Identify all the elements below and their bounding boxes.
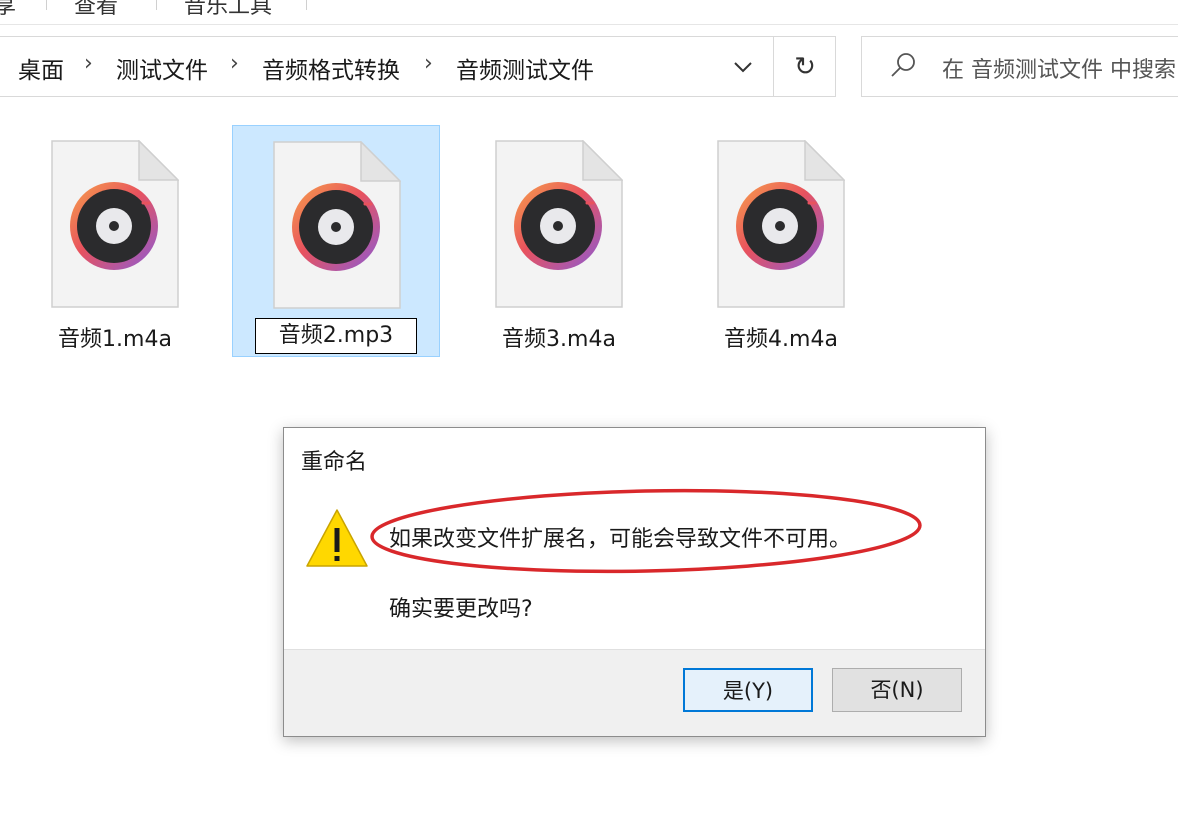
file-item-selected[interactable]: 音频2.mp3 (232, 125, 440, 357)
address-divider (773, 37, 774, 96)
ribbon-tabs: 享 查看 音乐工具 (0, 0, 1178, 25)
address-bar[interactable]: 桌面 › 测试文件 › 音频格式转换 › 音频测试文件 ↻ (0, 36, 836, 97)
ribbon-divider (156, 0, 157, 10)
dialog-question: 确实要更改吗? (389, 597, 533, 622)
search-placeholder: 在 音频测试文件 中搜索 (942, 58, 1176, 83)
audio-file-icon (717, 140, 845, 308)
ribbon-divider (46, 0, 47, 10)
breadcrumb-chevron-icon[interactable]: › (84, 51, 93, 76)
no-button[interactable]: 否(N) (832, 668, 962, 712)
breadcrumb-test-files[interactable]: 测试文件 (116, 51, 208, 85)
warning-icon (306, 509, 368, 567)
refresh-icon: ↻ (794, 52, 816, 82)
chevron-down-icon (734, 62, 752, 73)
ribbon-tab-view[interactable]: 查看 (74, 0, 118, 19)
audio-file-icon (495, 140, 623, 308)
ribbon-tab-share[interactable]: 享 (0, 0, 16, 19)
dialog-button-bar: 是(Y) 否(N) (284, 649, 985, 736)
refresh-button[interactable]: ↻ (783, 49, 827, 85)
rename-input[interactable]: 音频2.mp3 (255, 318, 417, 354)
yes-button[interactable]: 是(Y) (683, 668, 813, 712)
breadcrumb-audio-conversion[interactable]: 音频格式转换 (262, 51, 400, 85)
file-name: 音频3.m4a (502, 327, 616, 352)
ribbon-divider (306, 0, 307, 10)
annotation-ellipse (370, 488, 922, 574)
breadcrumb-chevron-icon[interactable]: › (230, 51, 239, 76)
rename-dialog: 重命名 如果改变文件扩展名，可能会导致文件不可用。 确实要更改吗? 是(Y) 否… (283, 427, 986, 737)
breadcrumb-audio-test-files[interactable]: 音频测试文件 (456, 51, 594, 85)
search-icon (891, 53, 915, 77)
file-item[interactable]: 音频3.m4a (452, 125, 660, 357)
file-item[interactable]: 音频1.m4a (8, 125, 216, 357)
audio-file-icon (273, 141, 401, 309)
breadcrumb-desktop[interactable]: 桌面 (18, 51, 64, 85)
address-history-dropdown[interactable] (725, 51, 761, 83)
file-name: 音频1.m4a (58, 327, 172, 352)
audio-file-icon (51, 140, 179, 308)
search-input[interactable]: 在 音频测试文件 中搜索 (861, 36, 1178, 97)
dialog-title: 重命名 (301, 450, 368, 475)
file-item[interactable]: 音频4.m4a (674, 125, 882, 357)
file-name: 音频4.m4a (724, 327, 838, 352)
ribbon-tab-music-tools[interactable]: 音乐工具 (184, 0, 272, 19)
breadcrumb-chevron-icon[interactable]: › (424, 51, 433, 76)
